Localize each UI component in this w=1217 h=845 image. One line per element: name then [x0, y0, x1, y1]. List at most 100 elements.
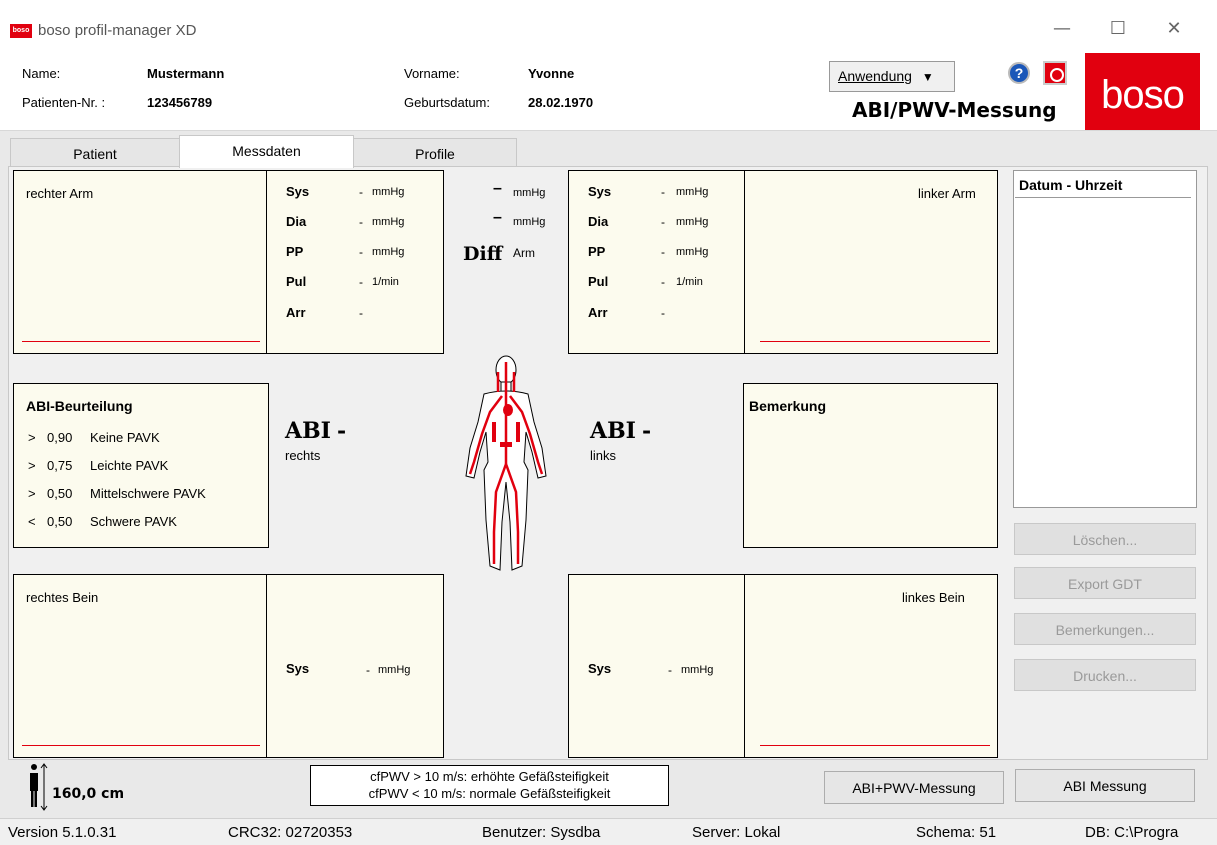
right-leg-title: rechtes Bein — [26, 590, 99, 605]
abi-right-side: rechts — [285, 448, 321, 463]
right-leg-sys-value: - — [366, 663, 370, 677]
left-arm-title: linker Arm — [918, 186, 976, 201]
left-arm-dia-unit: mmHg — [676, 216, 709, 228]
divider — [266, 574, 267, 758]
abi-pwv-measurement-button[interactable]: ABI+PWV-Messung — [824, 771, 1004, 804]
abi-right-value: - — [337, 418, 347, 444]
left-arm-sys-label: Sys — [588, 184, 612, 199]
status-version: Version 5.1.0.31 — [8, 824, 117, 841]
pwv-info-line2: cfPWV < 10 m/s: normale Gefäßsteifigkeit — [368, 786, 611, 801]
date-list-header[interactable]: Datum - Uhrzeit — [1019, 177, 1122, 193]
window-title: boso profil-manager XD — [38, 22, 197, 39]
abi-rating-value: 0,50 — [47, 486, 73, 501]
left-leg-sys-unit: mmHg — [681, 664, 714, 676]
maximize-button[interactable]: ☐ — [1098, 14, 1138, 44]
firstname-value: Yvonne — [528, 66, 575, 81]
diff-row2-value: – — [493, 209, 502, 226]
tab-patient[interactable]: Patient — [10, 138, 180, 166]
divider — [744, 574, 745, 758]
right-arm-curve-baseline — [22, 341, 260, 342]
left-arm-pp-value: - — [661, 245, 665, 259]
right-leg-sys-label: Sys — [286, 661, 310, 676]
status-crc: CRC32: 02720353 — [228, 824, 353, 841]
app-logo-icon: boso — [10, 24, 32, 38]
remark-title: Bemerkung — [749, 398, 827, 414]
delete-button[interactable]: Löschen... — [1014, 523, 1196, 555]
minimize-button[interactable]: — — [1042, 14, 1082, 44]
name-value: Mustermann — [147, 66, 225, 81]
abi-right-label: ABI — [285, 418, 331, 444]
left-arm-sys-unit: mmHg — [676, 186, 709, 198]
left-leg-curve-baseline — [760, 745, 990, 746]
abi-measurement-button[interactable]: ABI Messung — [1015, 769, 1195, 802]
close-button[interactable]: ✕ — [1154, 14, 1194, 44]
status-bar: Version 5.1.0.31 CRC32: 02720353 Benutze… — [0, 818, 1217, 845]
right-arm-pp-label: PP — [286, 244, 304, 259]
patient-number-label: Patienten-Nr. : — [22, 95, 106, 110]
left-arm-pp-label: PP — [588, 244, 606, 259]
birthdate-value: 28.02.1970 — [528, 95, 594, 110]
left-leg-sys-label: Sys — [588, 661, 612, 676]
patient-height-value: 160,0 cm — [52, 786, 125, 802]
right-arm-pp-unit: mmHg — [372, 246, 405, 258]
person-height-icon — [30, 763, 48, 811]
abi-rating-text: Leichte PAVK — [90, 458, 169, 473]
diff-row1-value: – — [493, 180, 502, 197]
measurement-date-list[interactable] — [1013, 170, 1197, 508]
left-arm-pp-unit: mmHg — [676, 246, 709, 258]
diff-sub-label: Arm — [513, 246, 535, 260]
divider — [0, 818, 1217, 819]
abi-left-side: links — [590, 448, 617, 463]
abi-left-label: ABI — [590, 418, 636, 444]
export-gdt-button[interactable]: Export GDT — [1014, 567, 1196, 599]
diff-row2-unit: mmHg — [513, 216, 546, 228]
left-arm-pul-label: Pul — [588, 274, 609, 289]
brand-logo: boso — [1085, 53, 1200, 131]
divider — [0, 130, 1217, 131]
left-arm-dia-value: - — [661, 215, 665, 229]
right-arm-sys-unit: mmHg — [372, 186, 405, 198]
patient-number-value: 123456789 — [147, 95, 213, 110]
abi-rating-value: 0,75 — [47, 458, 73, 473]
divider — [744, 170, 745, 354]
right-arm-pul-unit: 1/min — [372, 276, 399, 288]
abi-left-value: - — [642, 418, 652, 444]
birthdate-label: Geburtsdatum: — [404, 95, 490, 110]
right-arm-arr-label: Arr — [286, 305, 306, 320]
abi-rating-value: 0,90 — [47, 430, 73, 445]
body-vessels-icon — [465, 355, 547, 571]
divider — [266, 170, 267, 354]
tab-profile[interactable]: Profile — [353, 138, 517, 166]
diff-label: Diff — [463, 243, 503, 265]
power-icon[interactable] — [1043, 61, 1067, 85]
abi-rating-op: < — [28, 514, 36, 529]
print-button[interactable]: Drucken... — [1014, 659, 1196, 691]
remarks-button[interactable]: Bemerkungen... — [1014, 613, 1196, 645]
status-user: Benutzer: Sysdba — [482, 824, 601, 841]
abi-rating-op: > — [28, 458, 36, 473]
caret-down-icon: ▼ — [921, 70, 934, 84]
right-arm-dia-label: Dia — [286, 214, 307, 229]
left-arm-dia-label: Dia — [588, 214, 609, 229]
right-arm-sys-label: Sys — [286, 184, 310, 199]
application-dropdown[interactable]: Anwendung ▼ — [829, 61, 955, 92]
tab-messdaten[interactable]: Messdaten — [179, 135, 354, 168]
abi-rating-text: Keine PAVK — [90, 430, 160, 445]
firstname-label: Vorname: — [404, 66, 460, 81]
left-leg-sys-value: - — [668, 663, 672, 677]
diff-row1-unit: mmHg — [513, 187, 546, 199]
right-leg-sys-unit: mmHg — [378, 664, 411, 676]
status-schema: Schema: 51 — [916, 824, 997, 841]
right-arm-pul-label: Pul — [286, 274, 307, 289]
right-arm-pp-value: - — [359, 245, 363, 259]
abi-rating-text: Mittelschwere PAVK — [90, 486, 206, 501]
name-label: Name: — [22, 66, 61, 81]
abi-rating-op: > — [28, 486, 36, 501]
application-dropdown-label: Anwendung — [838, 68, 912, 84]
abi-rating-op: > — [28, 430, 36, 445]
abi-rating-value: 0,50 — [47, 514, 73, 529]
right-arm-title: rechter Arm — [26, 186, 94, 201]
help-icon[interactable]: ? — [1008, 62, 1030, 84]
right-arm-pul-value: - — [359, 275, 363, 289]
status-db: DB: C:\Progra — [1085, 824, 1179, 841]
